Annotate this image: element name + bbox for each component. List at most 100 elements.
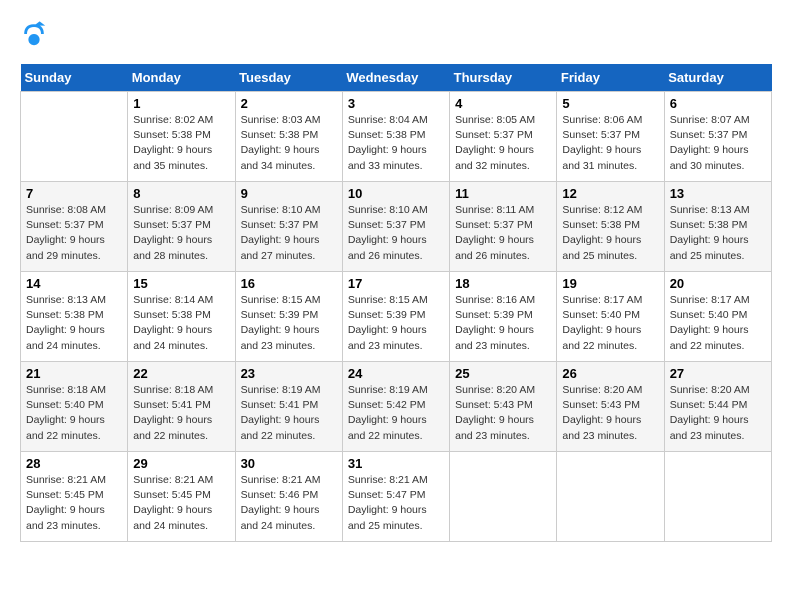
- day-number: 28: [26, 456, 122, 471]
- day-number: 5: [562, 96, 658, 111]
- day-number: 12: [562, 186, 658, 201]
- day-info: Sunrise: 8:17 AM Sunset: 5:40 PM Dayligh…: [670, 293, 766, 354]
- day-info: Sunrise: 8:14 AM Sunset: 5:38 PM Dayligh…: [133, 293, 229, 354]
- calendar-cell: 13 Sunrise: 8:13 AM Sunset: 5:38 PM Dayli…: [664, 182, 771, 272]
- day-info: Sunrise: 8:03 AM Sunset: 5:38 PM Dayligh…: [241, 113, 337, 174]
- calendar-cell: 24 Sunrise: 8:19 AM Sunset: 5:42 PM Dayli…: [342, 362, 449, 452]
- calendar-cell: 20 Sunrise: 8:17 AM Sunset: 5:40 PM Dayli…: [664, 272, 771, 362]
- day-info: Sunrise: 8:18 AM Sunset: 5:41 PM Dayligh…: [133, 383, 229, 444]
- day-info: Sunrise: 8:17 AM Sunset: 5:40 PM Dayligh…: [562, 293, 658, 354]
- day-number: 2: [241, 96, 337, 111]
- calendar-cell: 3Sunrise: 8:04 AM Sunset: 5:38 PM Daylig…: [342, 92, 449, 182]
- calendar-cell: 14 Sunrise: 8:13 AM Sunset: 5:38 PM Dayli…: [21, 272, 128, 362]
- day-info: Sunrise: 8:09 AM Sunset: 5:37 PM Dayligh…: [133, 203, 229, 264]
- calendar-cell: 4 Sunrise: 8:05 AM Sunset: 5:37 PM Daylig…: [450, 92, 557, 182]
- day-number: 24: [348, 366, 444, 381]
- day-number: 26: [562, 366, 658, 381]
- day-info: Sunrise: 8:16 AM Sunset: 5:39 PM Dayligh…: [455, 293, 551, 354]
- day-info: Sunrise: 8:21 AM Sunset: 5:47 PM Dayligh…: [348, 473, 444, 534]
- day-info: Sunrise: 8:04 AM Sunset: 5:38 PM Dayligh…: [348, 113, 444, 174]
- day-number: 6: [670, 96, 766, 111]
- day-number: 29: [133, 456, 229, 471]
- day-number: 14: [26, 276, 122, 291]
- logo-icon: [20, 20, 48, 48]
- day-number: 18: [455, 276, 551, 291]
- weekday-header: Saturday: [664, 64, 771, 92]
- day-number: 9: [241, 186, 337, 201]
- day-number: 13: [670, 186, 766, 201]
- calendar-cell: 2 Sunrise: 8:03 AM Sunset: 5:38 PM Daylig…: [235, 92, 342, 182]
- logo: [20, 20, 50, 48]
- calendar-cell: 12Sunrise: 8:12 AM Sunset: 5:38 PM Dayli…: [557, 182, 664, 272]
- weekday-header: Tuesday: [235, 64, 342, 92]
- calendar-week-row: 1Sunrise: 8:02 AM Sunset: 5:38 PM Daylig…: [21, 92, 772, 182]
- calendar-cell: 1Sunrise: 8:02 AM Sunset: 5:38 PM Daylig…: [128, 92, 235, 182]
- calendar-cell: [450, 452, 557, 542]
- day-info: Sunrise: 8:20 AM Sunset: 5:44 PM Dayligh…: [670, 383, 766, 444]
- calendar-cell: 15 Sunrise: 8:14 AM Sunset: 5:38 PM Dayli…: [128, 272, 235, 362]
- calendar-cell: 25 Sunrise: 8:20 AM Sunset: 5:43 PM Dayli…: [450, 362, 557, 452]
- day-info: Sunrise: 8:10 AM Sunset: 5:37 PM Dayligh…: [348, 203, 444, 264]
- day-info: Sunrise: 8:20 AM Sunset: 5:43 PM Dayligh…: [562, 383, 658, 444]
- day-number: 27: [670, 366, 766, 381]
- day-info: Sunrise: 8:18 AM Sunset: 5:40 PM Dayligh…: [26, 383, 122, 444]
- calendar-cell: [557, 452, 664, 542]
- day-number: 30: [241, 456, 337, 471]
- day-number: 25: [455, 366, 551, 381]
- calendar-cell: 11Sunrise: 8:11 AM Sunset: 5:37 PM Dayli…: [450, 182, 557, 272]
- weekday-header: Thursday: [450, 64, 557, 92]
- calendar-cell: 22 Sunrise: 8:18 AM Sunset: 5:41 PM Dayli…: [128, 362, 235, 452]
- calendar-week-row: 14 Sunrise: 8:13 AM Sunset: 5:38 PM Dayli…: [21, 272, 772, 362]
- day-info: Sunrise: 8:20 AM Sunset: 5:43 PM Dayligh…: [455, 383, 551, 444]
- weekday-header: Friday: [557, 64, 664, 92]
- day-info: Sunrise: 8:15 AM Sunset: 5:39 PM Dayligh…: [241, 293, 337, 354]
- calendar-week-row: 28 Sunrise: 8:21 AM Sunset: 5:45 PM Dayli…: [21, 452, 772, 542]
- calendar-cell: 27 Sunrise: 8:20 AM Sunset: 5:44 PM Dayli…: [664, 362, 771, 452]
- day-info: Sunrise: 8:05 AM Sunset: 5:37 PM Dayligh…: [455, 113, 551, 174]
- calendar-cell: [664, 452, 771, 542]
- calendar-week-row: 7 Sunrise: 8:08 AM Sunset: 5:37 PM Daylig…: [21, 182, 772, 272]
- calendar-cell: 31 Sunrise: 8:21 AM Sunset: 5:47 PM Dayli…: [342, 452, 449, 542]
- day-info: Sunrise: 8:08 AM Sunset: 5:37 PM Dayligh…: [26, 203, 122, 264]
- weekday-header: Monday: [128, 64, 235, 92]
- day-number: 31: [348, 456, 444, 471]
- day-number: 21: [26, 366, 122, 381]
- day-info: Sunrise: 8:13 AM Sunset: 5:38 PM Dayligh…: [26, 293, 122, 354]
- day-number: 1: [133, 96, 229, 111]
- day-info: Sunrise: 8:07 AM Sunset: 5:37 PM Dayligh…: [670, 113, 766, 174]
- day-info: Sunrise: 8:15 AM Sunset: 5:39 PM Dayligh…: [348, 293, 444, 354]
- page-header: [20, 20, 772, 48]
- calendar-cell: 26 Sunrise: 8:20 AM Sunset: 5:43 PM Dayli…: [557, 362, 664, 452]
- day-number: 10: [348, 186, 444, 201]
- calendar-cell: 6 Sunrise: 8:07 AM Sunset: 5:37 PM Daylig…: [664, 92, 771, 182]
- day-number: 20: [670, 276, 766, 291]
- calendar-cell: 7 Sunrise: 8:08 AM Sunset: 5:37 PM Daylig…: [21, 182, 128, 272]
- day-number: 8: [133, 186, 229, 201]
- day-number: 7: [26, 186, 122, 201]
- day-info: Sunrise: 8:21 AM Sunset: 5:45 PM Dayligh…: [133, 473, 229, 534]
- calendar-cell: 18 Sunrise: 8:16 AM Sunset: 5:39 PM Dayli…: [450, 272, 557, 362]
- weekday-header: Sunday: [21, 64, 128, 92]
- day-number: 22: [133, 366, 229, 381]
- day-info: Sunrise: 8:11 AM Sunset: 5:37 PM Dayligh…: [455, 203, 551, 264]
- calendar-cell: 29 Sunrise: 8:21 AM Sunset: 5:45 PM Dayli…: [128, 452, 235, 542]
- day-number: 17: [348, 276, 444, 291]
- calendar-cell: 21 Sunrise: 8:18 AM Sunset: 5:40 PM Dayli…: [21, 362, 128, 452]
- weekday-header-row: SundayMondayTuesdayWednesdayThursdayFrid…: [21, 64, 772, 92]
- calendar-week-row: 21 Sunrise: 8:18 AM Sunset: 5:40 PM Dayli…: [21, 362, 772, 452]
- day-number: 19: [562, 276, 658, 291]
- calendar-cell: 10 Sunrise: 8:10 AM Sunset: 5:37 PM Dayli…: [342, 182, 449, 272]
- day-number: 15: [133, 276, 229, 291]
- calendar-cell: 30Sunrise: 8:21 AM Sunset: 5:46 PM Dayli…: [235, 452, 342, 542]
- calendar-table: SundayMondayTuesdayWednesdayThursdayFrid…: [20, 64, 772, 542]
- day-info: Sunrise: 8:19 AM Sunset: 5:42 PM Dayligh…: [348, 383, 444, 444]
- day-info: Sunrise: 8:06 AM Sunset: 5:37 PM Dayligh…: [562, 113, 658, 174]
- calendar-cell: [21, 92, 128, 182]
- day-info: Sunrise: 8:13 AM Sunset: 5:38 PM Dayligh…: [670, 203, 766, 264]
- calendar-cell: 28Sunrise: 8:21 AM Sunset: 5:45 PM Dayli…: [21, 452, 128, 542]
- day-number: 4: [455, 96, 551, 111]
- calendar-cell: 23Sunrise: 8:19 AM Sunset: 5:41 PM Dayli…: [235, 362, 342, 452]
- day-info: Sunrise: 8:19 AM Sunset: 5:41 PM Dayligh…: [241, 383, 337, 444]
- day-number: 16: [241, 276, 337, 291]
- calendar-cell: 8 Sunrise: 8:09 AM Sunset: 5:37 PM Daylig…: [128, 182, 235, 272]
